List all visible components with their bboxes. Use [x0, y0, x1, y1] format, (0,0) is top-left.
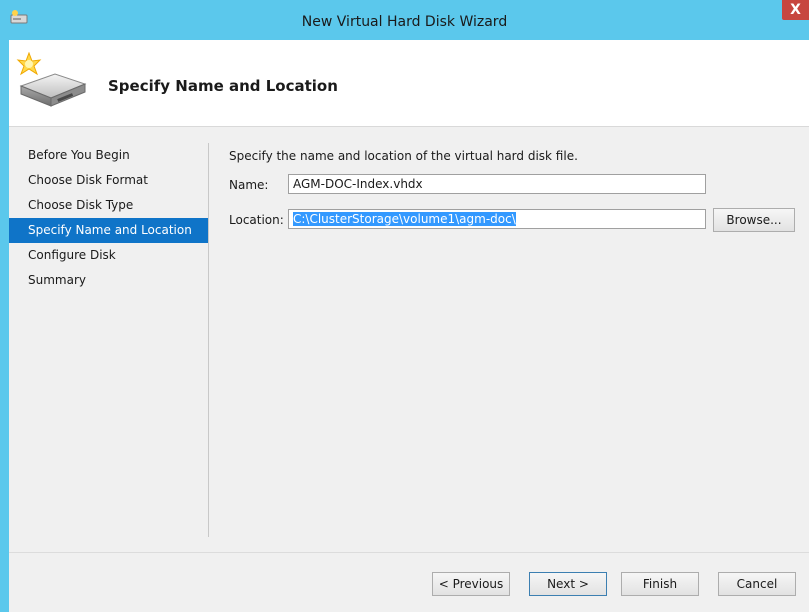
sidebar-divider	[208, 143, 209, 537]
location-input[interactable]: C:\ClusterStorage\volume1\agm-doc\	[288, 209, 706, 229]
close-button[interactable]: X	[782, 0, 809, 20]
wizard-window: New Virtual Hard Disk Wizard X Specify N…	[0, 0, 809, 612]
new-hard-disk-icon	[16, 52, 87, 107]
window-title: New Virtual Hard Disk Wizard	[301, 14, 508, 30]
name-label: Name:	[229, 178, 269, 192]
next-button[interactable]: Next >	[529, 572, 607, 596]
page-title: Specify Name and Location	[108, 77, 338, 95]
sidebar-item-configure-disk[interactable]: Configure Disk	[9, 243, 208, 268]
sidebar-item-before-you-begin[interactable]: Before You Begin	[9, 143, 208, 168]
wizard-header: Specify Name and Location	[9, 40, 809, 127]
wizard-steps-sidebar: Before You Begin Choose Disk Format Choo…	[9, 143, 208, 293]
name-input-value: AGM-DOC-Index.vhdx	[293, 177, 423, 191]
finish-button[interactable]: Finish	[621, 572, 699, 596]
wizard-client-area: Specify Name and Location Before You Beg…	[9, 40, 809, 612]
step-content: Specify the name and location of the vir…	[229, 127, 804, 552]
sidebar-item-choose-disk-format[interactable]: Choose Disk Format	[9, 168, 208, 193]
previous-button[interactable]: < Previous	[432, 572, 510, 596]
sidebar-item-specify-name-and-location[interactable]: Specify Name and Location	[9, 218, 208, 243]
browse-button[interactable]: Browse...	[713, 208, 795, 232]
wizard-footer: < Previous Next > Finish Cancel	[9, 552, 809, 612]
location-input-value: C:\ClusterStorage\volume1\agm-doc\	[293, 212, 516, 226]
wizard-body: Before You Begin Choose Disk Format Choo…	[9, 127, 809, 552]
title-bar[interactable]: New Virtual Hard Disk Wizard X	[0, 0, 809, 40]
cancel-button[interactable]: Cancel	[718, 572, 796, 596]
sidebar-item-summary[interactable]: Summary	[9, 268, 208, 293]
sidebar-item-choose-disk-type[interactable]: Choose Disk Type	[9, 193, 208, 218]
instructions-text: Specify the name and location of the vir…	[229, 149, 578, 163]
location-label: Location:	[229, 213, 284, 227]
name-input[interactable]: AGM-DOC-Index.vhdx	[288, 174, 706, 194]
